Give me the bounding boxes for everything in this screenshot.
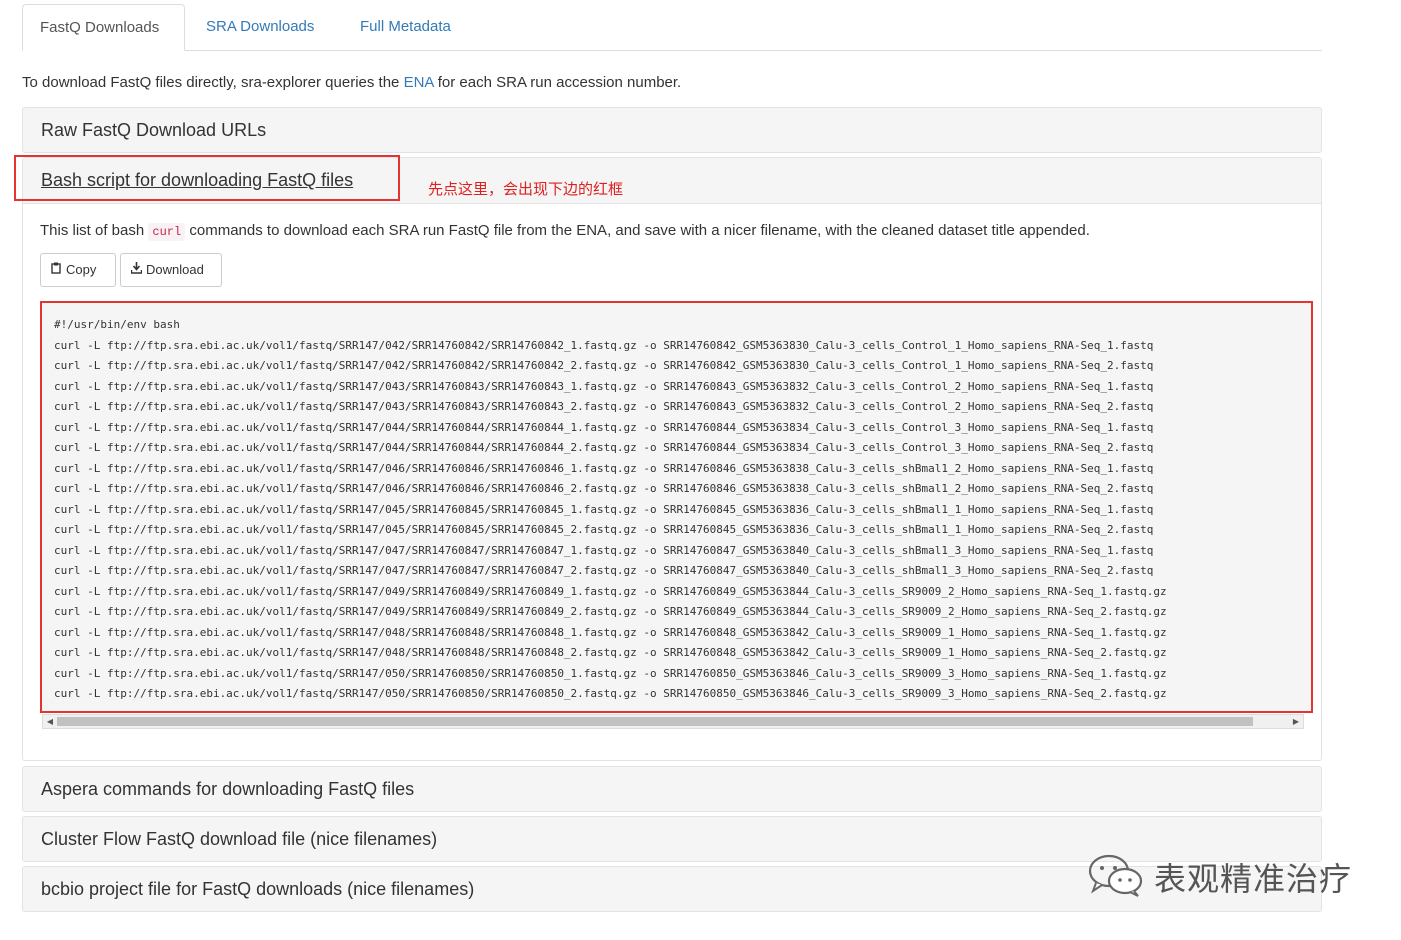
intro-after: for each SRA run accession number. [433,74,682,91]
script-line: curl -L ftp://ftp.sra.ebi.ac.uk/vol1/fas… [54,625,1167,639]
download-label: Download [146,262,204,277]
watermark-text: 表观精准治疗 [1154,860,1353,898]
panel-title-raw-fastq-urls[interactable]: Raw FastQ Download URLs [41,120,266,141]
scroll-left-icon[interactable]: ◀ [43,715,57,728]
horizontal-scrollbar[interactable]: ◀ ▶ [42,714,1304,729]
wechat-icon [1088,853,1144,902]
ena-link[interactable]: ENA [404,74,434,91]
panel-raw-fastq-urls[interactable]: Raw FastQ Download URLs [22,107,1322,153]
script-line: curl -L ftp://ftp.sra.ebi.ac.uk/vol1/fas… [54,420,1154,434]
script-line: curl -L ftp://ftp.sra.ebi.ac.uk/vol1/fas… [54,523,1154,536]
highlight-box-title [14,155,400,201]
script-line: curl -L ftp://ftp.sra.ebi.ac.uk/vol1/fas… [54,666,1167,680]
clipboard-icon [51,254,62,286]
script-line: curl -L ftp://ftp.sra.ebi.ac.uk/vol1/fas… [54,564,1154,577]
script-line: curl -L ftp://ftp.sra.ebi.ac.uk/vol1/fas… [54,338,1154,352]
bash-description: This list of bash curl commands to downl… [40,222,1090,241]
script-line: curl -L ftp://ftp.sra.ebi.ac.uk/vol1/fas… [54,359,1154,372]
script-line: curl -L ftp://ftp.sra.ebi.ac.uk/vol1/fas… [54,482,1154,495]
script-line: curl -L ftp://ftp.sra.ebi.ac.uk/vol1/fas… [54,379,1154,393]
tab-fastq-downloads[interactable]: FastQ Downloads [22,4,185,51]
script-line: curl -L ftp://ftp.sra.ebi.ac.uk/vol1/fas… [54,646,1167,659]
script-line: curl -L ftp://ftp.sra.ebi.ac.uk/vol1/fas… [54,543,1154,557]
download-tabs: FastQ Downloads SRA Downloads Full Metad… [22,4,1322,51]
script-line: curl -L ftp://ftp.sra.ebi.ac.uk/vol1/fas… [54,441,1154,454]
panel-title-cluster-flow[interactable]: Cluster Flow FastQ download file (nice f… [41,829,437,850]
bash-script-code-block[interactable]: #!/usr/bin/env bash curl -L ftp://ftp.sra… [40,301,1313,713]
watermark: 表观精准治疗 [1088,852,1352,902]
panel-title-bcbio[interactable]: bcbio project file for FastQ downloads (… [41,879,474,900]
script-line: curl -L ftp://ftp.sra.ebi.ac.uk/vol1/fas… [54,502,1154,516]
tab-sra-downloads[interactable]: SRA Downloads [189,4,331,50]
script-line: curl -L ftp://ftp.sra.ebi.ac.uk/vol1/fas… [54,400,1154,413]
sra-explorer-page: FastQ Downloads SRA Downloads Full Metad… [0,0,1401,940]
desc-before: This list of bash [40,222,149,239]
scrollbar-thumb[interactable] [57,717,1253,726]
bash-script-text: #!/usr/bin/env bash curl -L ftp://ftp.sra… [54,315,1299,705]
script-line: curl -L ftp://ftp.sra.ebi.ac.uk/vol1/fas… [54,687,1167,700]
script-line: curl -L ftp://ftp.sra.ebi.ac.uk/vol1/fas… [54,605,1167,618]
panel-title-aspera[interactable]: Aspera commands for downloading FastQ fi… [41,779,414,800]
desc-after: commands to download each SRA run FastQ … [185,222,1090,239]
curl-code: curl [148,223,186,241]
script-line: #!/usr/bin/env bash [54,318,180,331]
annotation-note: 先点这里，会出现下边的红框 [428,180,624,198]
download-icon [130,254,143,286]
copy-button[interactable]: Copy [40,253,116,287]
panel-aspera[interactable]: Aspera commands for downloading FastQ fi… [22,766,1322,812]
tab-full-metadata[interactable]: Full Metadata [343,4,468,50]
script-line: curl -L ftp://ftp.sra.ebi.ac.uk/vol1/fas… [54,584,1167,598]
intro-before: To download FastQ files directly, sra-ex… [22,74,404,91]
scroll-right-icon[interactable]: ▶ [1289,715,1303,728]
intro-text: To download FastQ files directly, sra-ex… [22,74,681,91]
copy-label: Copy [66,262,97,277]
script-line: curl -L ftp://ftp.sra.ebi.ac.uk/vol1/fas… [54,461,1154,475]
download-button[interactable]: Download [120,253,222,287]
